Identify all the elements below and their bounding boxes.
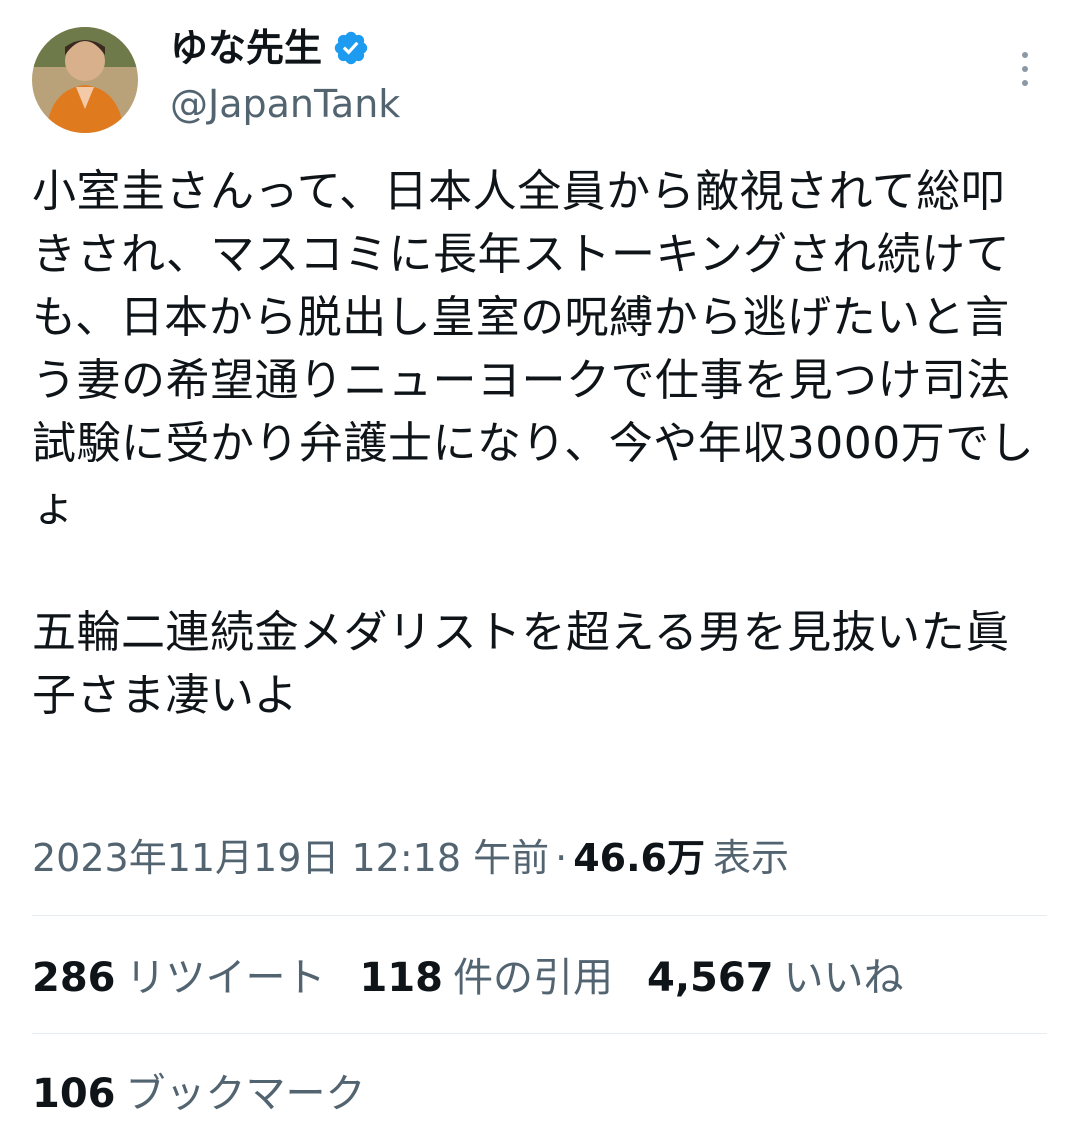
views-label: 表示 bbox=[712, 836, 789, 880]
likes-label: いいね bbox=[783, 955, 904, 1001]
meta-separator: · bbox=[555, 836, 568, 880]
profile-photo-icon bbox=[32, 27, 138, 133]
author-handle[interactable]: @JapanTank bbox=[170, 80, 400, 128]
views-count: 46.6万 bbox=[573, 836, 705, 880]
retweets-count: 286 bbox=[32, 955, 116, 1001]
more-dot bbox=[1022, 52, 1028, 58]
engagement-stats: 286 リツイート 118 件の引用 4,567 いいね bbox=[32, 950, 904, 1006]
avatar[interactable] bbox=[32, 27, 138, 133]
verified-badge-icon bbox=[332, 29, 370, 67]
bookmarks-stat[interactable]: 106 ブックマーク bbox=[32, 1066, 366, 1122]
author-display-name[interactable]: ゆな先生 bbox=[170, 24, 322, 72]
likes-count: 4,567 bbox=[647, 955, 774, 1001]
likes-stat[interactable]: 4,567 いいね bbox=[647, 950, 904, 1006]
bookmarks-count: 106 bbox=[32, 1071, 116, 1117]
retweets-label: リツイート bbox=[125, 955, 326, 1001]
tweet-text: 小室圭さんって、日本人全員から敵視されて総叩きされ、マスコミに長年ストーキングさ… bbox=[32, 166, 1035, 721]
bookmarks-label: ブックマーク bbox=[125, 1071, 366, 1117]
quotes-count: 118 bbox=[359, 955, 444, 1001]
quotes-label: 件の引用 bbox=[453, 955, 613, 1001]
author-name-row: ゆな先生 bbox=[170, 24, 370, 72]
tweet-meta: 2023年11月19日 12:18 午前 · 46.6万 表示 bbox=[32, 830, 789, 886]
more-dot bbox=[1022, 66, 1028, 72]
divider bbox=[32, 1033, 1047, 1034]
more-dot bbox=[1022, 80, 1028, 86]
quotes-stat[interactable]: 118 件の引用 bbox=[360, 950, 614, 1006]
more-options-icon[interactable] bbox=[1010, 46, 1040, 92]
divider bbox=[32, 915, 1047, 916]
retweets-stat[interactable]: 286 リツイート bbox=[32, 950, 326, 1006]
tweet-timestamp[interactable]: 2023年11月19日 12:18 午前 bbox=[32, 836, 549, 880]
